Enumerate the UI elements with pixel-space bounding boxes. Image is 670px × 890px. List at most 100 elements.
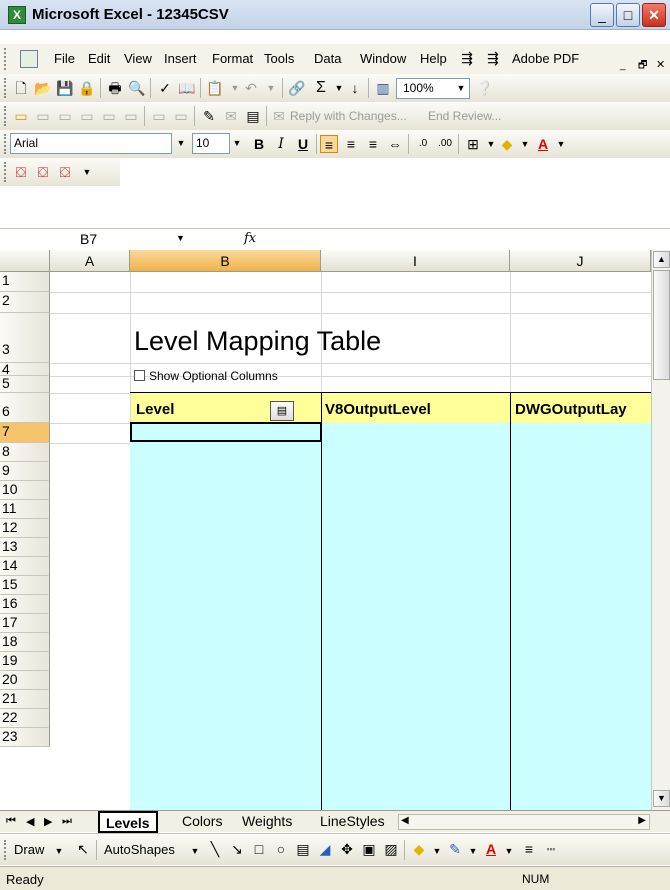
row-header[interactable]: 18 <box>0 633 50 652</box>
oval-icon[interactable]: ○ <box>272 840 290 858</box>
chevron-down-icon[interactable]: ▼ <box>174 134 188 153</box>
hyperlink-icon[interactable]: 🔗 <box>288 79 306 97</box>
menu-tools[interactable]: Tools <box>264 51 294 66</box>
toolbar-grip[interactable] <box>4 840 8 860</box>
next-sheet-icon[interactable]: ▶ <box>44 815 52 828</box>
font-color-icon[interactable]: A <box>482 840 500 858</box>
row-header[interactable]: 13 <box>0 538 50 557</box>
menu-format[interactable]: Format <box>212 51 253 66</box>
menu-window[interactable]: Window <box>360 51 406 66</box>
row-header[interactable]: 19 <box>0 652 50 671</box>
textbox-icon[interactable]: ▤ <box>294 840 312 858</box>
delete-comment-icon[interactable]: ▭ <box>122 107 140 125</box>
excel-app-icon[interactable]: X <box>8 6 26 24</box>
doc-close-icon[interactable]: ✕ <box>656 58 665 71</box>
paste-icon[interactable]: 📋 <box>206 79 224 97</box>
tab-weights[interactable]: Weights <box>236 811 298 833</box>
tab-levels[interactable]: Levels <box>98 811 158 833</box>
spelling-icon[interactable]: ✓ <box>156 79 174 97</box>
scroll-up-icon[interactable]: ▲ <box>653 251 670 268</box>
active-cell-b7[interactable] <box>130 422 322 442</box>
undo-icon[interactable]: ↶ <box>242 79 260 97</box>
show-optional-columns-checkbox[interactable] <box>134 370 145 381</box>
align-left-icon[interactable]: ≡ <box>320 135 338 153</box>
help-icon[interactable]: ❔ <box>476 79 494 97</box>
maximize-button[interactable]: □ <box>616 3 640 27</box>
row-header[interactable]: 3 <box>0 313 50 363</box>
send-mail-icon[interactable]: ✉ <box>222 107 240 125</box>
font-name-select[interactable]: Arial <box>10 133 172 154</box>
chevron-down-icon[interactable]: ▼ <box>78 163 96 181</box>
first-sheet-icon[interactable]: ⏮ <box>6 815 16 828</box>
chevron-down-icon[interactable]: ▼ <box>50 842 68 860</box>
chevron-down-icon[interactable]: ▼ <box>464 842 482 860</box>
insert-function-icon[interactable]: fx <box>244 231 256 246</box>
row-header[interactable]: 16 <box>0 595 50 614</box>
sort-ascending-icon[interactable]: ↓ <box>346 79 364 97</box>
vertical-scrollbar[interactable]: ▲ ▼ <box>651 250 670 810</box>
scroll-down-icon[interactable]: ▼ <box>653 790 670 807</box>
chevron-down-icon[interactable]: ▼ <box>176 233 185 243</box>
end-review-button[interactable]: End Review... <box>428 109 501 123</box>
row-header[interactable]: 11 <box>0 500 50 519</box>
close-button[interactable]: ✕ <box>642 3 666 27</box>
track-changes-icon[interactable]: ▭ <box>150 107 168 125</box>
autoshapes-menu[interactable]: AutoShapes <box>104 842 175 857</box>
row-header[interactable]: 21 <box>0 690 50 709</box>
draw-menu[interactable]: Draw <box>14 842 44 857</box>
reply-with-changes-icon[interactable]: ✉ <box>270 107 288 125</box>
row-header[interactable]: 6 <box>0 393 50 423</box>
tab-linestyles[interactable]: LineStyles <box>314 811 391 833</box>
align-center-icon[interactable]: ≡ <box>342 135 360 153</box>
chevron-down-icon[interactable]: ▼ <box>500 842 518 860</box>
column-header-i[interactable]: I <box>321 250 510 272</box>
save-icon[interactable]: 💾 <box>56 79 74 97</box>
horizontal-scrollbar[interactable]: ◀ ▶ <box>398 814 650 830</box>
row-header[interactable]: 1 <box>0 272 50 292</box>
arrow-icon[interactable]: ↘ <box>228 840 246 858</box>
print-icon[interactable]: 🖶 <box>106 79 124 97</box>
row-header[interactable]: 20 <box>0 671 50 690</box>
toolbar-grip[interactable] <box>4 78 8 98</box>
column-header-j[interactable]: J <box>510 250 651 272</box>
doc-minimize-icon[interactable]: _ <box>620 60 626 71</box>
scroll-right-icon[interactable]: ▶ <box>638 815 646 826</box>
menu-edit[interactable]: Edit <box>88 51 110 66</box>
picture-icon[interactable]: ▨ <box>382 840 400 858</box>
reviewing-pane-icon[interactable]: ▤ <box>244 107 262 125</box>
decrease-decimal-icon[interactable]: .00 <box>436 135 454 153</box>
scroll-left-icon[interactable]: ◀ <box>401 815 409 826</box>
permission-icon[interactable]: 🔒 <box>78 79 96 97</box>
row-header[interactable]: 17 <box>0 614 50 633</box>
filter-dropdown-icon[interactable]: ▤ <box>270 401 294 421</box>
row-header[interactable]: 12 <box>0 519 50 538</box>
font-color-icon[interactable]: A <box>534 135 552 153</box>
line-color-icon[interactable]: ✎ <box>446 840 464 858</box>
pdf-create-icon[interactable]: ⛋ <box>12 163 30 181</box>
toolbar-grip[interactable] <box>4 134 8 154</box>
menu-data[interactable]: Data <box>314 51 341 66</box>
chevron-down-icon[interactable]: ▼ <box>262 79 280 97</box>
row-header[interactable]: 2 <box>0 292 50 313</box>
chevron-down-icon[interactable]: ▼ <box>516 135 534 153</box>
dash-style-icon[interactable]: ┅ <box>542 840 560 858</box>
column-header-b[interactable]: B <box>130 250 321 272</box>
column-header-a[interactable]: A <box>50 250 130 272</box>
menu-grip[interactable] <box>4 48 8 70</box>
row-header[interactable]: 5 <box>0 376 50 393</box>
select-objects-icon[interactable]: ↖ <box>74 840 92 858</box>
row-header[interactable]: 23 <box>0 728 50 747</box>
menu-insert[interactable]: Insert <box>164 51 197 66</box>
reply-with-changes-button[interactable]: Reply with Changes... <box>290 109 407 123</box>
update-file-icon[interactable]: ✎ <box>200 107 218 125</box>
line-icon[interactable]: ╲ <box>206 840 224 858</box>
previous-comment-icon[interactable]: ▭ <box>34 107 52 125</box>
toolbar-grip[interactable] <box>4 106 8 126</box>
show-optional-columns[interactable]: Show Optional Columns <box>134 369 278 383</box>
name-box[interactable]: B7 <box>0 229 150 249</box>
row-header[interactable]: 7 <box>0 423 50 443</box>
data-area[interactable] <box>130 423 651 810</box>
new-comment-icon[interactable]: ▭ <box>12 107 30 125</box>
row-header[interactable]: 9 <box>0 462 50 481</box>
menu-adobe-pdf[interactable]: Adobe PDF <box>512 51 579 66</box>
